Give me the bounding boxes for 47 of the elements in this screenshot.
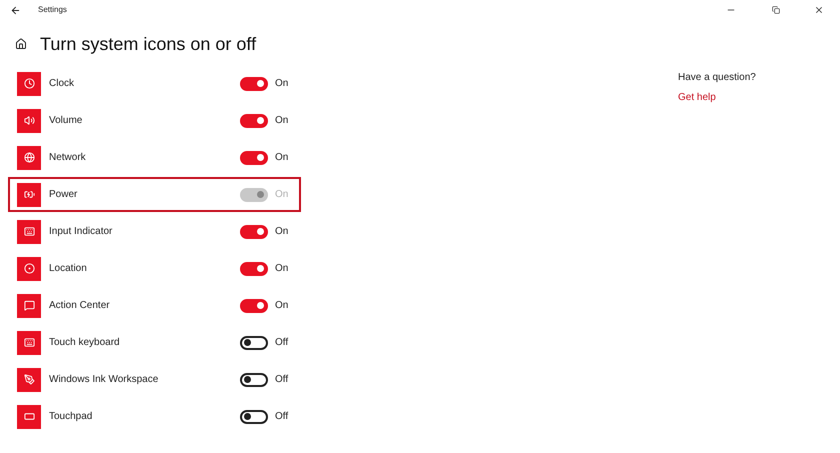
get-help-link[interactable]: Get help bbox=[678, 90, 756, 105]
clock-icon bbox=[24, 78, 34, 89]
toggle-state: On bbox=[275, 262, 290, 276]
item-label: Touch keyboard bbox=[49, 336, 121, 350]
speaker-icon bbox=[24, 115, 34, 126]
item-label: Power bbox=[49, 188, 78, 202]
window-title: Settings bbox=[38, 4, 67, 16]
restore-icon[interactable] bbox=[772, 6, 780, 14]
touchpad-icon bbox=[24, 411, 34, 422]
item-label: Volume bbox=[49, 114, 84, 128]
target-icon bbox=[24, 263, 34, 274]
toggle-switch[interactable] bbox=[240, 336, 268, 350]
toggle-switch[interactable] bbox=[240, 372, 268, 386]
globe-icon bbox=[24, 152, 34, 163]
toggle-state: Off bbox=[275, 373, 290, 387]
home-icon[interactable] bbox=[15, 38, 27, 50]
help-question: Have a question? bbox=[678, 71, 756, 85]
toggle-switch[interactable] bbox=[240, 76, 268, 90]
toggle-switch[interactable] bbox=[240, 224, 268, 238]
keyboard-icon bbox=[24, 226, 34, 237]
toggle-state: On bbox=[275, 77, 290, 91]
item-label: Action Center bbox=[49, 299, 111, 313]
back-icon[interactable] bbox=[10, 4, 21, 16]
item-label: Location bbox=[49, 262, 88, 276]
battery-icon bbox=[24, 189, 34, 200]
toggle-state: On bbox=[275, 188, 290, 202]
toggle-switch[interactable] bbox=[240, 410, 268, 424]
toggle-state: Off bbox=[275, 410, 290, 424]
toggle-state: On bbox=[275, 114, 290, 128]
page-title: Turn system icons on or off bbox=[40, 32, 256, 56]
item-label: Touchpad bbox=[49, 410, 94, 424]
toggle-switch[interactable] bbox=[240, 262, 268, 276]
toggle-state: Off bbox=[275, 336, 290, 350]
toggle-state: On bbox=[275, 299, 290, 313]
item-label: Windows Ink Workspace bbox=[49, 373, 160, 387]
toggle-switch[interactable] bbox=[240, 150, 268, 164]
toggle-switch[interactable] bbox=[240, 298, 268, 312]
item-label: Input Indicator bbox=[49, 225, 114, 239]
toggle-state: On bbox=[275, 225, 290, 239]
message-icon bbox=[24, 300, 34, 311]
item-label: Clock bbox=[49, 77, 76, 91]
close-icon[interactable] bbox=[814, 5, 824, 15]
toggle-switch[interactable] bbox=[240, 114, 268, 128]
keyboard-icon bbox=[24, 337, 34, 348]
item-label: Network bbox=[49, 151, 87, 165]
toggle-state: On bbox=[275, 151, 290, 165]
pen-icon bbox=[24, 374, 34, 385]
